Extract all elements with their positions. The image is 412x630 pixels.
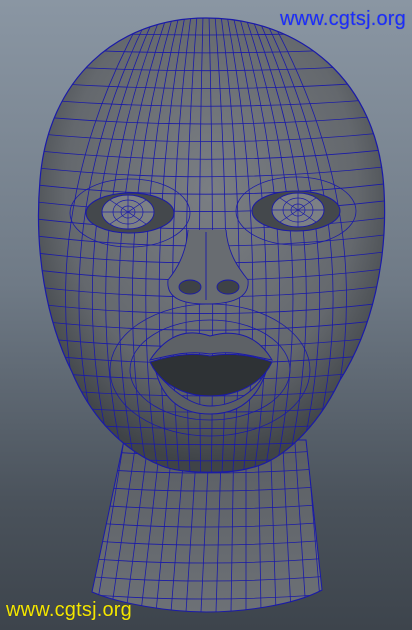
- 3d-viewport[interactable]: www.cgtsj.org www.cgtsj.org: [0, 0, 412, 630]
- right-eye: [251, 190, 341, 232]
- watermark-top: www.cgtsj.org: [280, 8, 406, 30]
- watermark-bottom: www.cgtsj.org: [6, 599, 132, 621]
- head-wireframe-model[interactable]: [0, 0, 412, 630]
- left-eye: [85, 192, 175, 234]
